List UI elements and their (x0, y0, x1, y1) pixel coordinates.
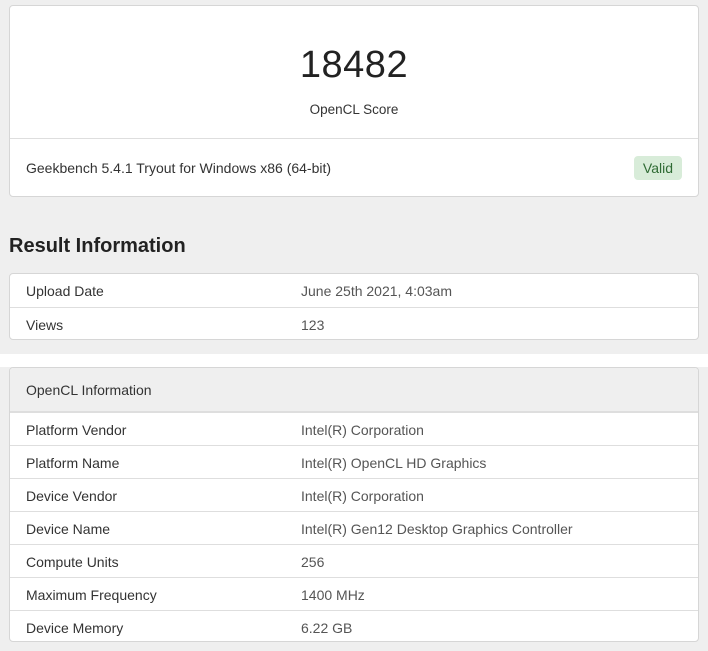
table-row: Views 123 (10, 307, 698, 339)
row-value-maximum-frequency: 1400 MHz (301, 587, 365, 603)
table-row: Device Name Intel(R) Gen12 Desktop Graph… (10, 511, 698, 544)
result-information-title: Result Information (9, 235, 186, 257)
row-key-maximum-frequency: Maximum Frequency (26, 587, 157, 603)
row-value-device-memory: 6.22 GB (301, 620, 353, 636)
row-key-upload-date: Upload Date (26, 283, 104, 299)
row-value-upload-date: June 25th 2021, 4:03am (301, 283, 453, 299)
row-key-compute-units: Compute Units (26, 554, 119, 570)
table-row: Maximum Frequency 1400 MHz (10, 577, 698, 610)
opencl-information-table: OpenCL Information Platform Vendor Intel… (9, 367, 699, 642)
row-key-device-name: Device Name (26, 521, 111, 537)
row-key-platform-vendor: Platform Vendor (26, 422, 127, 438)
geekbench-version: Geekbench 5.4.1 Tryout for Windows x86 (… (26, 160, 332, 176)
table-row: Upload Date June 25th 2021, 4:03am (10, 274, 698, 307)
table-row: Platform Name Intel(R) OpenCL HD Graphic… (10, 445, 698, 478)
row-key-device-vendor: Device Vendor (26, 488, 118, 504)
row-value-compute-units: 256 (301, 554, 325, 570)
row-key-device-memory: Device Memory (26, 620, 124, 636)
opencl-score-value: 18482 (299, 44, 409, 86)
score-card: 18482 OpenCL Score Geekbench 5.4.1 Tryou… (9, 5, 699, 197)
result-information-table: Upload Date June 25th 2021, 4:03am Views… (9, 273, 699, 340)
table-row: Device Memory 6.22 GB (10, 610, 698, 641)
score-footer: Geekbench 5.4.1 Tryout for Windows x86 (… (10, 138, 698, 197)
row-value-device-name: Intel(R) Gen12 Desktop Graphics Controll… (301, 521, 573, 537)
opencl-score-label: OpenCL Score (309, 102, 399, 117)
opencl-information-header: OpenCL Information (10, 368, 698, 412)
opencl-information-header-label: OpenCL Information (26, 382, 152, 398)
valid-badge: Valid (633, 156, 682, 180)
row-value-platform-vendor: Intel(R) Corporation (301, 422, 424, 438)
table-row: Device Vendor Intel(R) Corporation (10, 478, 698, 511)
table-row: Platform Vendor Intel(R) Corporation (10, 412, 698, 445)
row-value-views: 123 (301, 317, 325, 333)
row-key-views: Views (26, 317, 64, 333)
row-value-device-vendor: Intel(R) Corporation (301, 488, 424, 504)
row-value-platform-name: Intel(R) OpenCL HD Graphics (301, 455, 487, 471)
row-key-platform-name: Platform Name (26, 455, 120, 471)
page-divider-band (0, 354, 708, 367)
table-row: Compute Units 256 (10, 544, 698, 577)
